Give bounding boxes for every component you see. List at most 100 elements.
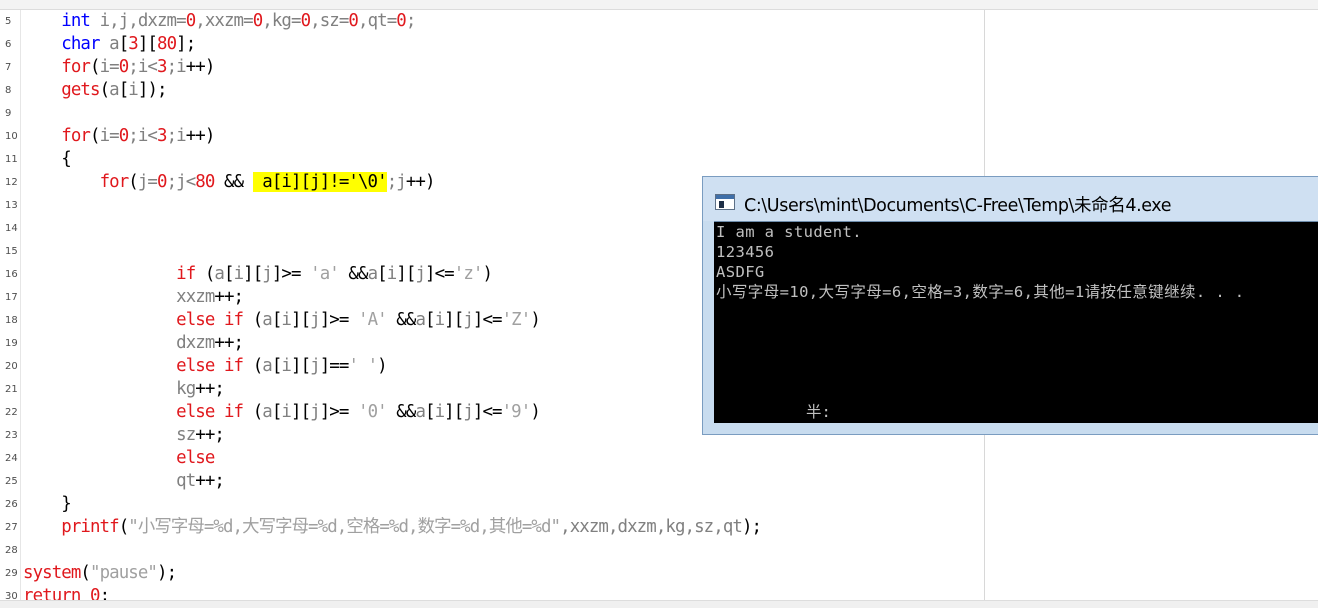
line-number: 5 bbox=[5, 16, 12, 27]
code-token: ,qt= bbox=[358, 11, 397, 31]
code-line[interactable]: 26 } bbox=[0, 493, 984, 516]
line-number: 27 bbox=[5, 522, 18, 533]
code-token: ][ bbox=[243, 264, 263, 284]
code-token: 3 bbox=[157, 126, 167, 146]
code-token: ][ bbox=[396, 264, 416, 284]
code-line[interactable]: 27 printf("小写字母=%d,大写字母=%d,空格=%d,数字=%d,其… bbox=[0, 516, 984, 539]
code-token: && bbox=[338, 264, 368, 284]
code-token: ]; bbox=[176, 34, 196, 54]
code-line[interactable]: 5 int i,j,dxzm=0,xxzm=0,kg=0,sz=0,qt=0; bbox=[0, 10, 984, 33]
code-line[interactable]: 8 gets(a[i]); bbox=[0, 79, 984, 102]
code-line[interactable]: 24 else bbox=[0, 447, 984, 470]
code-token: ][ bbox=[291, 356, 311, 376]
line-number: 28 bbox=[5, 545, 18, 556]
code-line[interactable]: 25 qt++; bbox=[0, 470, 984, 493]
code-token: ][ bbox=[291, 402, 311, 422]
code-token: ++; bbox=[214, 333, 244, 353]
code-line[interactable]: 28 bbox=[0, 539, 984, 562]
code-token: i= bbox=[99, 57, 120, 77]
console-window[interactable]: C:\Users\mint\Documents\C-Free\Temp\未命名4… bbox=[702, 176, 1318, 435]
code-token: 80 bbox=[157, 34, 177, 54]
code-token: 'A' bbox=[358, 310, 388, 330]
horizontal-scrollbar[interactable] bbox=[0, 600, 1318, 608]
code-token: ) bbox=[530, 402, 540, 422]
code-token: [ bbox=[425, 310, 435, 330]
code-text: dxzm++; bbox=[23, 332, 244, 355]
code-token: ,xxzm= bbox=[195, 11, 253, 31]
code-line[interactable]: 6 char a[3][80]; bbox=[0, 33, 984, 56]
line-number: 18 bbox=[5, 315, 18, 326]
code-token: 3 bbox=[128, 34, 138, 54]
code-token: ( bbox=[128, 172, 138, 192]
code-token: [ bbox=[377, 264, 387, 284]
code-line[interactable]: 11 { bbox=[0, 148, 984, 171]
code-token: ]<= bbox=[472, 310, 503, 330]
code-token: 0 bbox=[396, 11, 406, 31]
line-number: 8 bbox=[5, 85, 12, 96]
code-token: i bbox=[434, 310, 445, 330]
code-token: ;i< bbox=[128, 57, 158, 77]
code-token: for bbox=[61, 57, 91, 77]
code-text: return 0; bbox=[23, 585, 110, 600]
line-number: 26 bbox=[5, 499, 18, 510]
code-token: a bbox=[214, 264, 224, 284]
code-line[interactable]: 29 system("pause"); bbox=[0, 562, 984, 585]
line-number: 20 bbox=[5, 361, 18, 372]
code-token: i bbox=[281, 402, 291, 422]
code-token: i bbox=[128, 80, 138, 100]
code-text: xxzm++; bbox=[23, 286, 244, 309]
console-titlebar[interactable]: C:\Users\mint\Documents\C-Free\Temp\未命名4… bbox=[703, 177, 1318, 221]
code-token: ,kg= bbox=[262, 11, 301, 31]
code-token: ( bbox=[243, 310, 263, 330]
code-token: 'Z' bbox=[501, 310, 532, 330]
line-number: 14 bbox=[5, 223, 18, 234]
code-token: gets bbox=[61, 80, 100, 100]
code-token: a bbox=[415, 310, 426, 330]
code-token: ]>= bbox=[271, 264, 311, 284]
code-token: ++) bbox=[185, 57, 216, 77]
code-token: a bbox=[367, 264, 378, 284]
code-token: ) bbox=[377, 356, 387, 376]
code-text: if (a[i][j]>= 'a' &&a[i][j]<='z') bbox=[23, 263, 493, 286]
code-token: && bbox=[386, 310, 416, 330]
code-token: ][ bbox=[291, 310, 311, 330]
line-number: 10 bbox=[5, 131, 18, 142]
code-token: ; bbox=[99, 586, 110, 600]
code-line[interactable]: 7 for(i=0;i<3;i++) bbox=[0, 56, 984, 79]
code-token: i bbox=[233, 264, 244, 284]
code-token: char bbox=[61, 34, 100, 54]
code-token: 0 bbox=[300, 11, 311, 31]
code-token: i bbox=[281, 356, 291, 376]
code-token: ( bbox=[80, 563, 90, 583]
code-line[interactable]: 10 for(i=0;i<3;i++) bbox=[0, 125, 984, 148]
code-line[interactable]: 30 return 0; bbox=[0, 585, 984, 600]
code-token: dxzm bbox=[176, 333, 215, 353]
code-line[interactable]: 9 bbox=[0, 102, 984, 125]
code-token: a bbox=[262, 356, 272, 376]
console-output-area[interactable]: I am a student. 123456 ASDFG 小写字母=10,大写字… bbox=[714, 221, 1318, 423]
code-token: i bbox=[386, 264, 397, 284]
code-text: else if (a[i][j]>= '0' &&a[i][j]<='9') bbox=[23, 401, 541, 424]
code-token: 'a' bbox=[310, 264, 340, 284]
code-token: "pause" bbox=[90, 563, 158, 583]
code-token: ( bbox=[243, 356, 263, 376]
code-text: for(i=0;i<3;i++) bbox=[23, 56, 216, 79]
console-output-line: 123456 bbox=[716, 243, 775, 261]
code-token: ); bbox=[157, 563, 177, 583]
code-token: ]<= bbox=[472, 402, 503, 422]
code-token: 80 bbox=[195, 172, 215, 192]
line-number: 7 bbox=[5, 62, 12, 73]
code-token: '0' bbox=[358, 402, 388, 422]
code-token: && bbox=[386, 402, 416, 422]
line-number: 11 bbox=[5, 154, 18, 165]
code-token: xxzm bbox=[176, 287, 215, 307]
code-token: ++; bbox=[195, 379, 225, 399]
line-number: 25 bbox=[5, 476, 18, 487]
